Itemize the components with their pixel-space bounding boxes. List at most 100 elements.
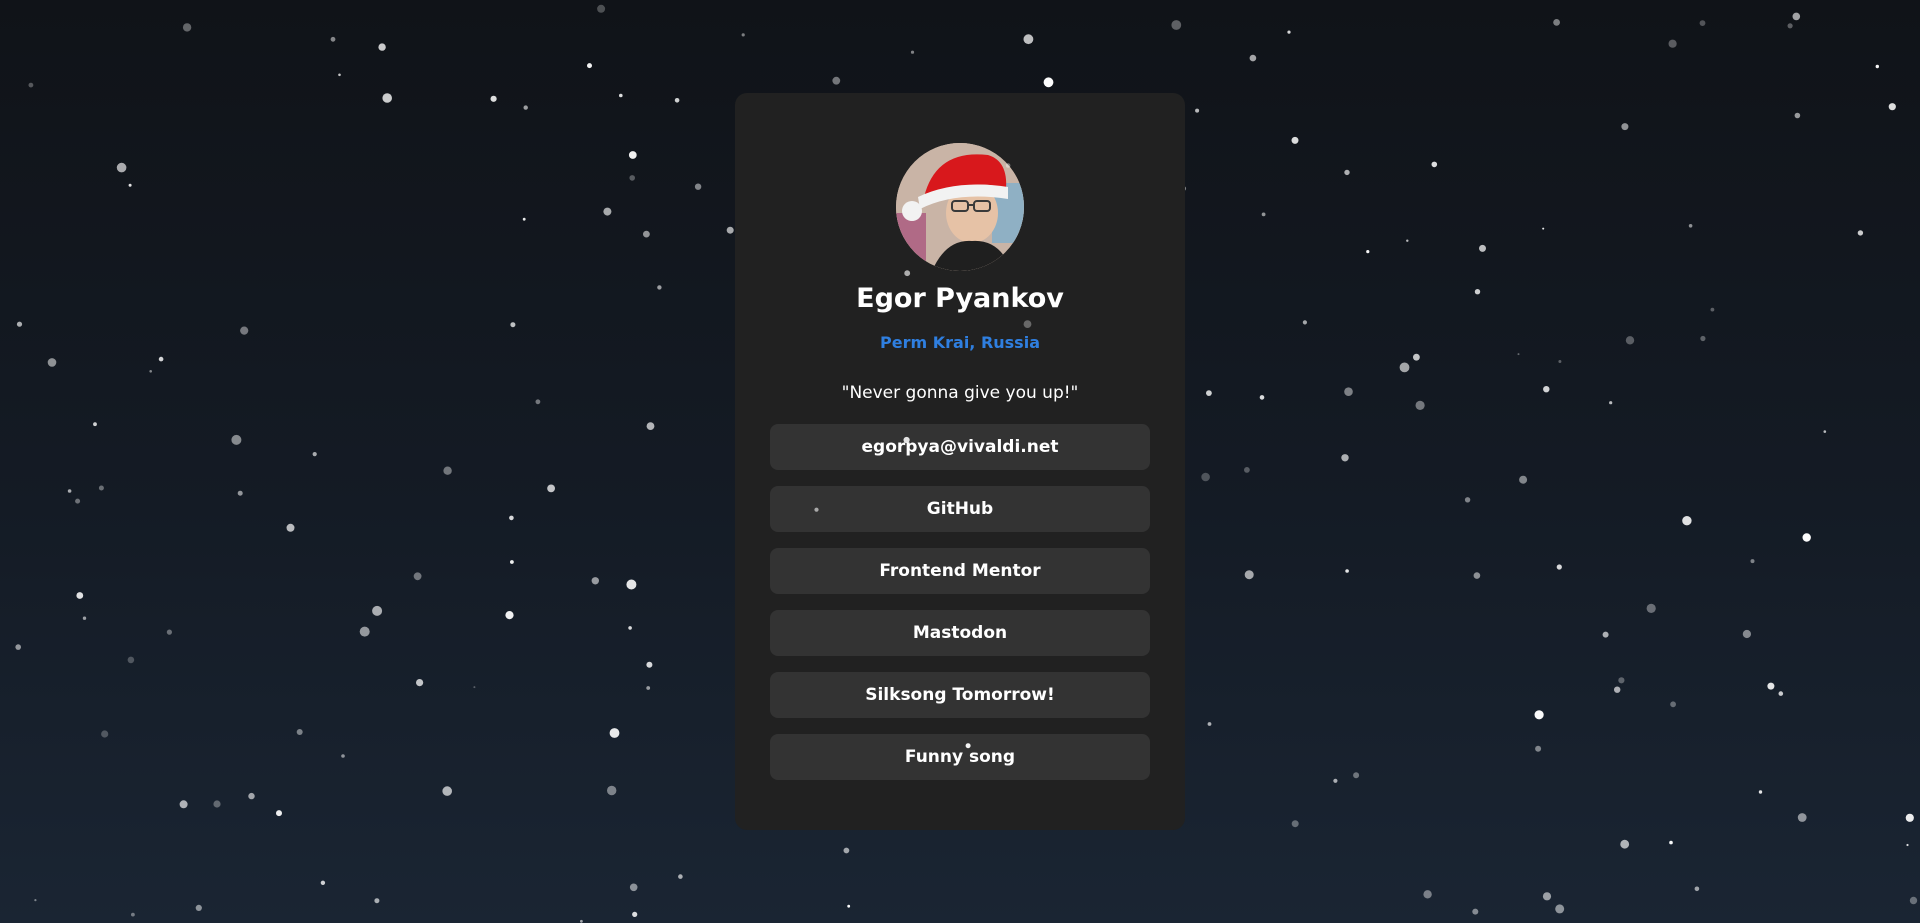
snowflake xyxy=(626,579,637,590)
snowflake xyxy=(28,82,34,88)
snowflake xyxy=(67,489,72,493)
profile-card: Egor Pyankov Perm Krai, Russia "Never go… xyxy=(735,93,1185,830)
snowflake xyxy=(1750,559,1755,564)
snowflake xyxy=(1553,19,1560,26)
snowflake xyxy=(166,629,172,635)
snowflake xyxy=(128,183,132,187)
snowflake xyxy=(116,162,127,173)
snowflake xyxy=(632,911,638,918)
snowflake xyxy=(1794,112,1801,119)
snowflake xyxy=(1542,227,1545,230)
snowflake xyxy=(646,686,651,690)
snowflake xyxy=(509,515,514,521)
snowflake xyxy=(587,63,592,69)
snowflake xyxy=(678,874,683,879)
github-link-button[interactable]: GitHub xyxy=(770,486,1150,532)
snowflake xyxy=(1474,289,1481,295)
snowflake xyxy=(1602,631,1609,638)
snowflake xyxy=(1542,892,1552,901)
snowflake xyxy=(312,452,317,457)
snowflake xyxy=(580,919,583,923)
snowflake xyxy=(179,800,188,809)
snowflake xyxy=(535,399,541,405)
snowflake xyxy=(1857,230,1864,236)
snowflake xyxy=(1558,360,1562,363)
snowflake xyxy=(1668,39,1677,48)
email-link-button[interactable]: egorpya@vivaldi.net xyxy=(770,424,1150,470)
snowflake xyxy=(1905,813,1914,822)
snowflake xyxy=(646,661,653,668)
snowflake xyxy=(1415,400,1425,410)
snowflake xyxy=(522,217,526,221)
snowflake xyxy=(1620,839,1630,849)
snowflake xyxy=(1244,467,1250,473)
snowflake xyxy=(1201,472,1210,482)
snowflake xyxy=(1906,843,1909,847)
snowflake xyxy=(473,686,476,689)
snowflake xyxy=(1287,30,1291,34)
avatar-santa-hat-icon xyxy=(896,143,1024,271)
snowflake xyxy=(15,644,21,650)
frontend-mentor-link-button[interactable]: Frontend Mentor xyxy=(770,548,1150,594)
funny-song-link-button[interactable]: Funny song xyxy=(770,734,1150,780)
snowflake xyxy=(629,883,638,892)
snowflake xyxy=(843,847,850,854)
snowflake xyxy=(1353,772,1360,779)
snowflake xyxy=(510,322,516,328)
mastodon-link-button[interactable]: Mastodon xyxy=(770,610,1150,656)
snowflake xyxy=(726,226,734,234)
snowflake xyxy=(195,904,202,912)
snowflake xyxy=(1171,20,1182,30)
snowflake xyxy=(597,4,606,13)
snowflake xyxy=(832,76,841,85)
snowflake xyxy=(1682,516,1692,526)
snowflake xyxy=(1758,790,1763,794)
snowflake xyxy=(1700,335,1706,342)
snowflake xyxy=(1291,136,1299,144)
snowflake xyxy=(372,605,383,616)
snowflake xyxy=(591,577,599,585)
snowflake xyxy=(741,33,745,37)
snowflake xyxy=(131,912,135,917)
snowflake xyxy=(1688,224,1693,228)
snowflake xyxy=(1479,244,1486,252)
snowflake xyxy=(1302,320,1307,325)
snowflake xyxy=(1802,533,1811,542)
snowflake xyxy=(910,50,915,54)
snowflake xyxy=(510,560,514,564)
snowflake xyxy=(1699,20,1706,26)
snowflake xyxy=(1261,212,1266,217)
snowflake xyxy=(1694,886,1700,892)
snowflake xyxy=(1431,161,1438,168)
links-list: egorpya@vivaldi.net GitHub Frontend Ment… xyxy=(770,424,1150,796)
snowflake xyxy=(75,498,81,504)
snowflake xyxy=(1519,475,1528,484)
avatar xyxy=(896,143,1024,271)
snowflake xyxy=(1472,908,1479,915)
snowflake xyxy=(1767,682,1775,690)
silksong-link-button[interactable]: Silksong Tomorrow! xyxy=(770,672,1150,718)
profile-location: Perm Krai, Russia xyxy=(880,333,1040,352)
snowflake xyxy=(341,754,345,758)
snowflake xyxy=(1792,12,1801,21)
snowflake xyxy=(629,175,635,181)
snowflake xyxy=(1291,820,1299,828)
snowflake xyxy=(359,626,370,637)
snowflake xyxy=(657,285,662,290)
snowflake xyxy=(1043,77,1054,88)
snowflake xyxy=(628,626,632,630)
snowflake xyxy=(1888,103,1896,111)
snowflake xyxy=(1413,353,1420,361)
snowflake xyxy=(330,36,336,42)
snowflake xyxy=(628,151,637,159)
snowflake xyxy=(847,904,851,908)
snowflake xyxy=(158,356,164,362)
snowflake xyxy=(231,434,242,445)
snowflake xyxy=(1345,569,1349,573)
snowflake xyxy=(1195,108,1200,113)
snowflake xyxy=(248,792,255,800)
snowflake xyxy=(1249,54,1257,62)
snowflake xyxy=(1614,686,1621,693)
snowflake xyxy=(619,93,623,98)
snowflake xyxy=(1517,353,1520,356)
